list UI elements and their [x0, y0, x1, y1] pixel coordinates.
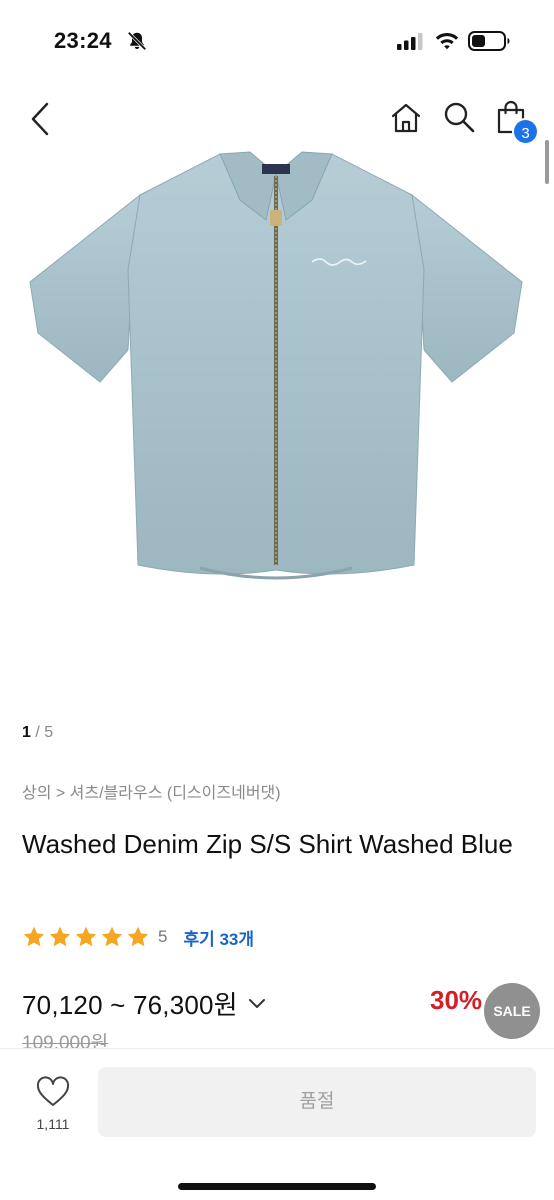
star-icon — [127, 926, 149, 947]
sale-badge-button[interactable]: SALE — [484, 983, 540, 1039]
chevron-down-icon[interactable] — [246, 992, 268, 1014]
bottom-action-bar: 1,111 품절 — [0, 1048, 554, 1200]
back-icon[interactable] — [28, 102, 54, 136]
app-header: 3 — [0, 90, 554, 150]
search-icon[interactable] — [443, 101, 475, 133]
like-button[interactable]: 1,111 — [22, 1071, 84, 1137]
price-row[interactable]: 70,120 ~ 76,300원 — [22, 985, 268, 1021]
star-icon — [23, 926, 45, 947]
star-icon — [75, 926, 97, 947]
discount-rate: 30% — [430, 985, 483, 1015]
wifi-icon — [435, 33, 459, 50]
signal-icon — [397, 33, 423, 50]
rating-row: 5 후기 33개 — [22, 925, 254, 949]
like-count: 1,111 — [36, 1116, 70, 1132]
soldout-button[interactable]: 품절 — [98, 1067, 536, 1137]
star-icon — [49, 926, 71, 947]
status-time: 23:24 — [54, 28, 112, 53]
home-indicator — [178, 1183, 376, 1190]
product-image[interactable] — [0, 150, 554, 600]
battery-icon — [468, 31, 510, 51]
image-counter: 1 / 5 — [22, 724, 53, 742]
cart-count-badge[interactable]: 3 — [512, 118, 539, 145]
review-count-link[interactable]: 후기 33개 — [183, 925, 254, 950]
image-counter-current: 1 — [22, 724, 31, 741]
heart-icon — [36, 1076, 70, 1106]
bell-slash-icon — [127, 31, 147, 51]
product-title: Washed Denim Zip S/S Shirt Washed Blue — [22, 829, 513, 859]
rating-value: 5 — [158, 927, 168, 946]
status-bar: 23:24 — [0, 0, 554, 84]
star-icon — [101, 926, 123, 947]
image-counter-separator: / — [30, 724, 45, 741]
breadcrumb[interactable]: 상의 > 셔츠/블라우스 (디스이즈네버댓) — [22, 779, 281, 803]
rating-stars — [22, 925, 150, 949]
home-icon[interactable] — [390, 102, 422, 134]
price-range: 70,120 ~ 76,300원 — [22, 989, 238, 1020]
image-counter-total: 5 — [44, 724, 54, 741]
